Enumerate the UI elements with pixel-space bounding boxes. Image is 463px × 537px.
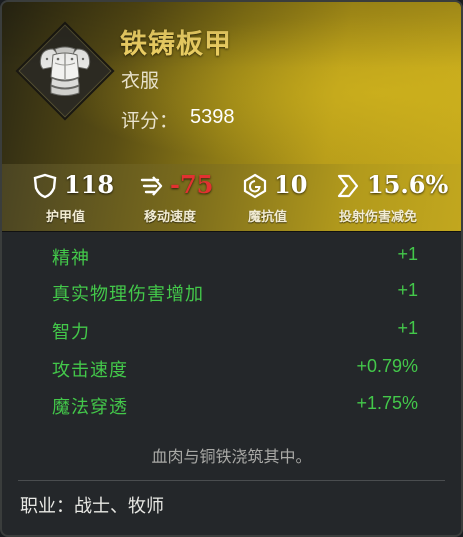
item-tooltip: 铁铸板甲 衣服 评分： 5398 118 护甲值 -75 移动速度 10 魔抗值…	[0, 0, 463, 537]
attribute-row: 魔法穿透 +1.75%	[52, 393, 418, 423]
stat-move-speed: -75 移动速度	[138, 168, 228, 228]
tooltip-header: 铁铸板甲 衣服 评分： 5398	[2, 2, 461, 167]
stat-magic-resist-label: 魔抗值	[248, 210, 288, 225]
stat-move-speed-label: 移动速度	[144, 210, 197, 225]
item-icon-frame	[15, 21, 115, 121]
stat-armor: 118 护甲值	[32, 168, 124, 228]
item-score-value: 5398	[190, 106, 235, 128]
attribute-value: +1.75%	[356, 393, 418, 413]
item-name: 铁铸板甲	[120, 29, 232, 60]
attribute-name: 真实物理伤害增加	[52, 284, 204, 305]
attribute-name: 精神	[52, 248, 90, 269]
stat-armor-value: 118	[64, 170, 115, 199]
attribute-name: 魔法穿透	[52, 397, 128, 418]
flavor-text: 血肉与铜铁浇筑其中。	[151, 447, 312, 466]
attribute-name: 攻击速度	[52, 360, 128, 381]
attribute-row: 真实物理伤害增加 +1	[52, 280, 418, 310]
projectile-reduction-icon	[337, 174, 359, 198]
stat-magic-resist: 10 魔抗值	[242, 168, 322, 228]
stat-projectile-reduction-value: 15.6%	[367, 170, 449, 199]
attribute-value: +1	[397, 318, 418, 338]
attribute-row: 智力 +1	[52, 318, 418, 348]
stat-magic-resist-value: 10	[274, 170, 308, 199]
attribute-value: +1	[397, 244, 418, 264]
divider	[18, 480, 445, 481]
stat-move-speed-value: -75	[170, 170, 214, 199]
stat-armor-label: 护甲值	[46, 210, 86, 225]
attribute-name: 智力	[52, 322, 90, 343]
plate-armor-chestpiece-icon	[39, 46, 91, 96]
magic-resist-icon	[243, 173, 267, 199]
attribute-list: 精神 +1 真实物理伤害增加 +1 智力 +1 攻击速度 +0.79% 魔法穿透…	[2, 233, 461, 433]
item-type: 衣服	[121, 70, 160, 92]
stat-projectile-reduction-label: 投射伤害减免	[339, 210, 418, 225]
class-requirement: 职业：战士、牧师	[20, 496, 164, 517]
attribute-value: +0.79%	[356, 356, 418, 376]
item-score-label: 评分：	[121, 110, 179, 132]
stats-bar: 118 护甲值 -75 移动速度 10 魔抗值 15.6% 投射伤害减免	[2, 164, 461, 232]
stat-projectile-reduction: 15.6% 投射伤害减免	[335, 168, 460, 228]
attribute-value: +1	[397, 280, 418, 300]
attribute-row: 攻击速度 +0.79%	[52, 356, 418, 386]
shield-icon	[33, 173, 57, 199]
attribute-row: 精神 +1	[52, 244, 418, 274]
speed-icon	[140, 176, 163, 196]
